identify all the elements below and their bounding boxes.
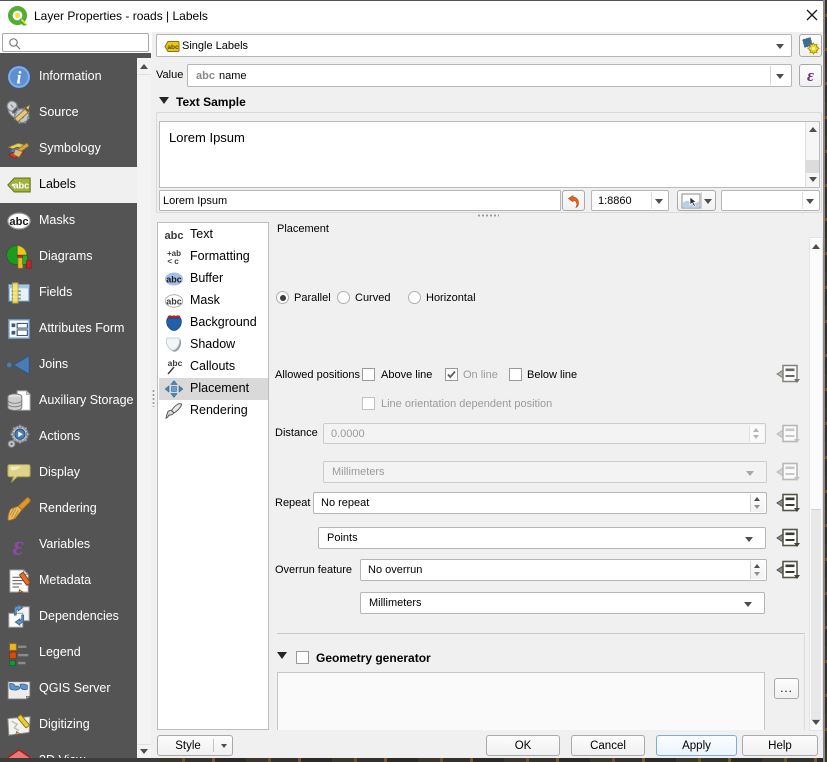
- svg-text:abc: abc: [13, 181, 29, 191]
- svg-text:abc: abc: [9, 216, 28, 228]
- svg-text:< c: < c: [167, 257, 179, 266]
- svg-text:abc: abc: [165, 230, 184, 242]
- svg-text:abc: abc: [167, 44, 179, 51]
- svg-text:abc: abc: [168, 358, 183, 368]
- svg-text:abc: abc: [166, 275, 182, 285]
- svg-text:abc: abc: [166, 297, 182, 307]
- svg-text:ε: ε: [12, 532, 24, 558]
- svg-text:i: i: [17, 68, 22, 88]
